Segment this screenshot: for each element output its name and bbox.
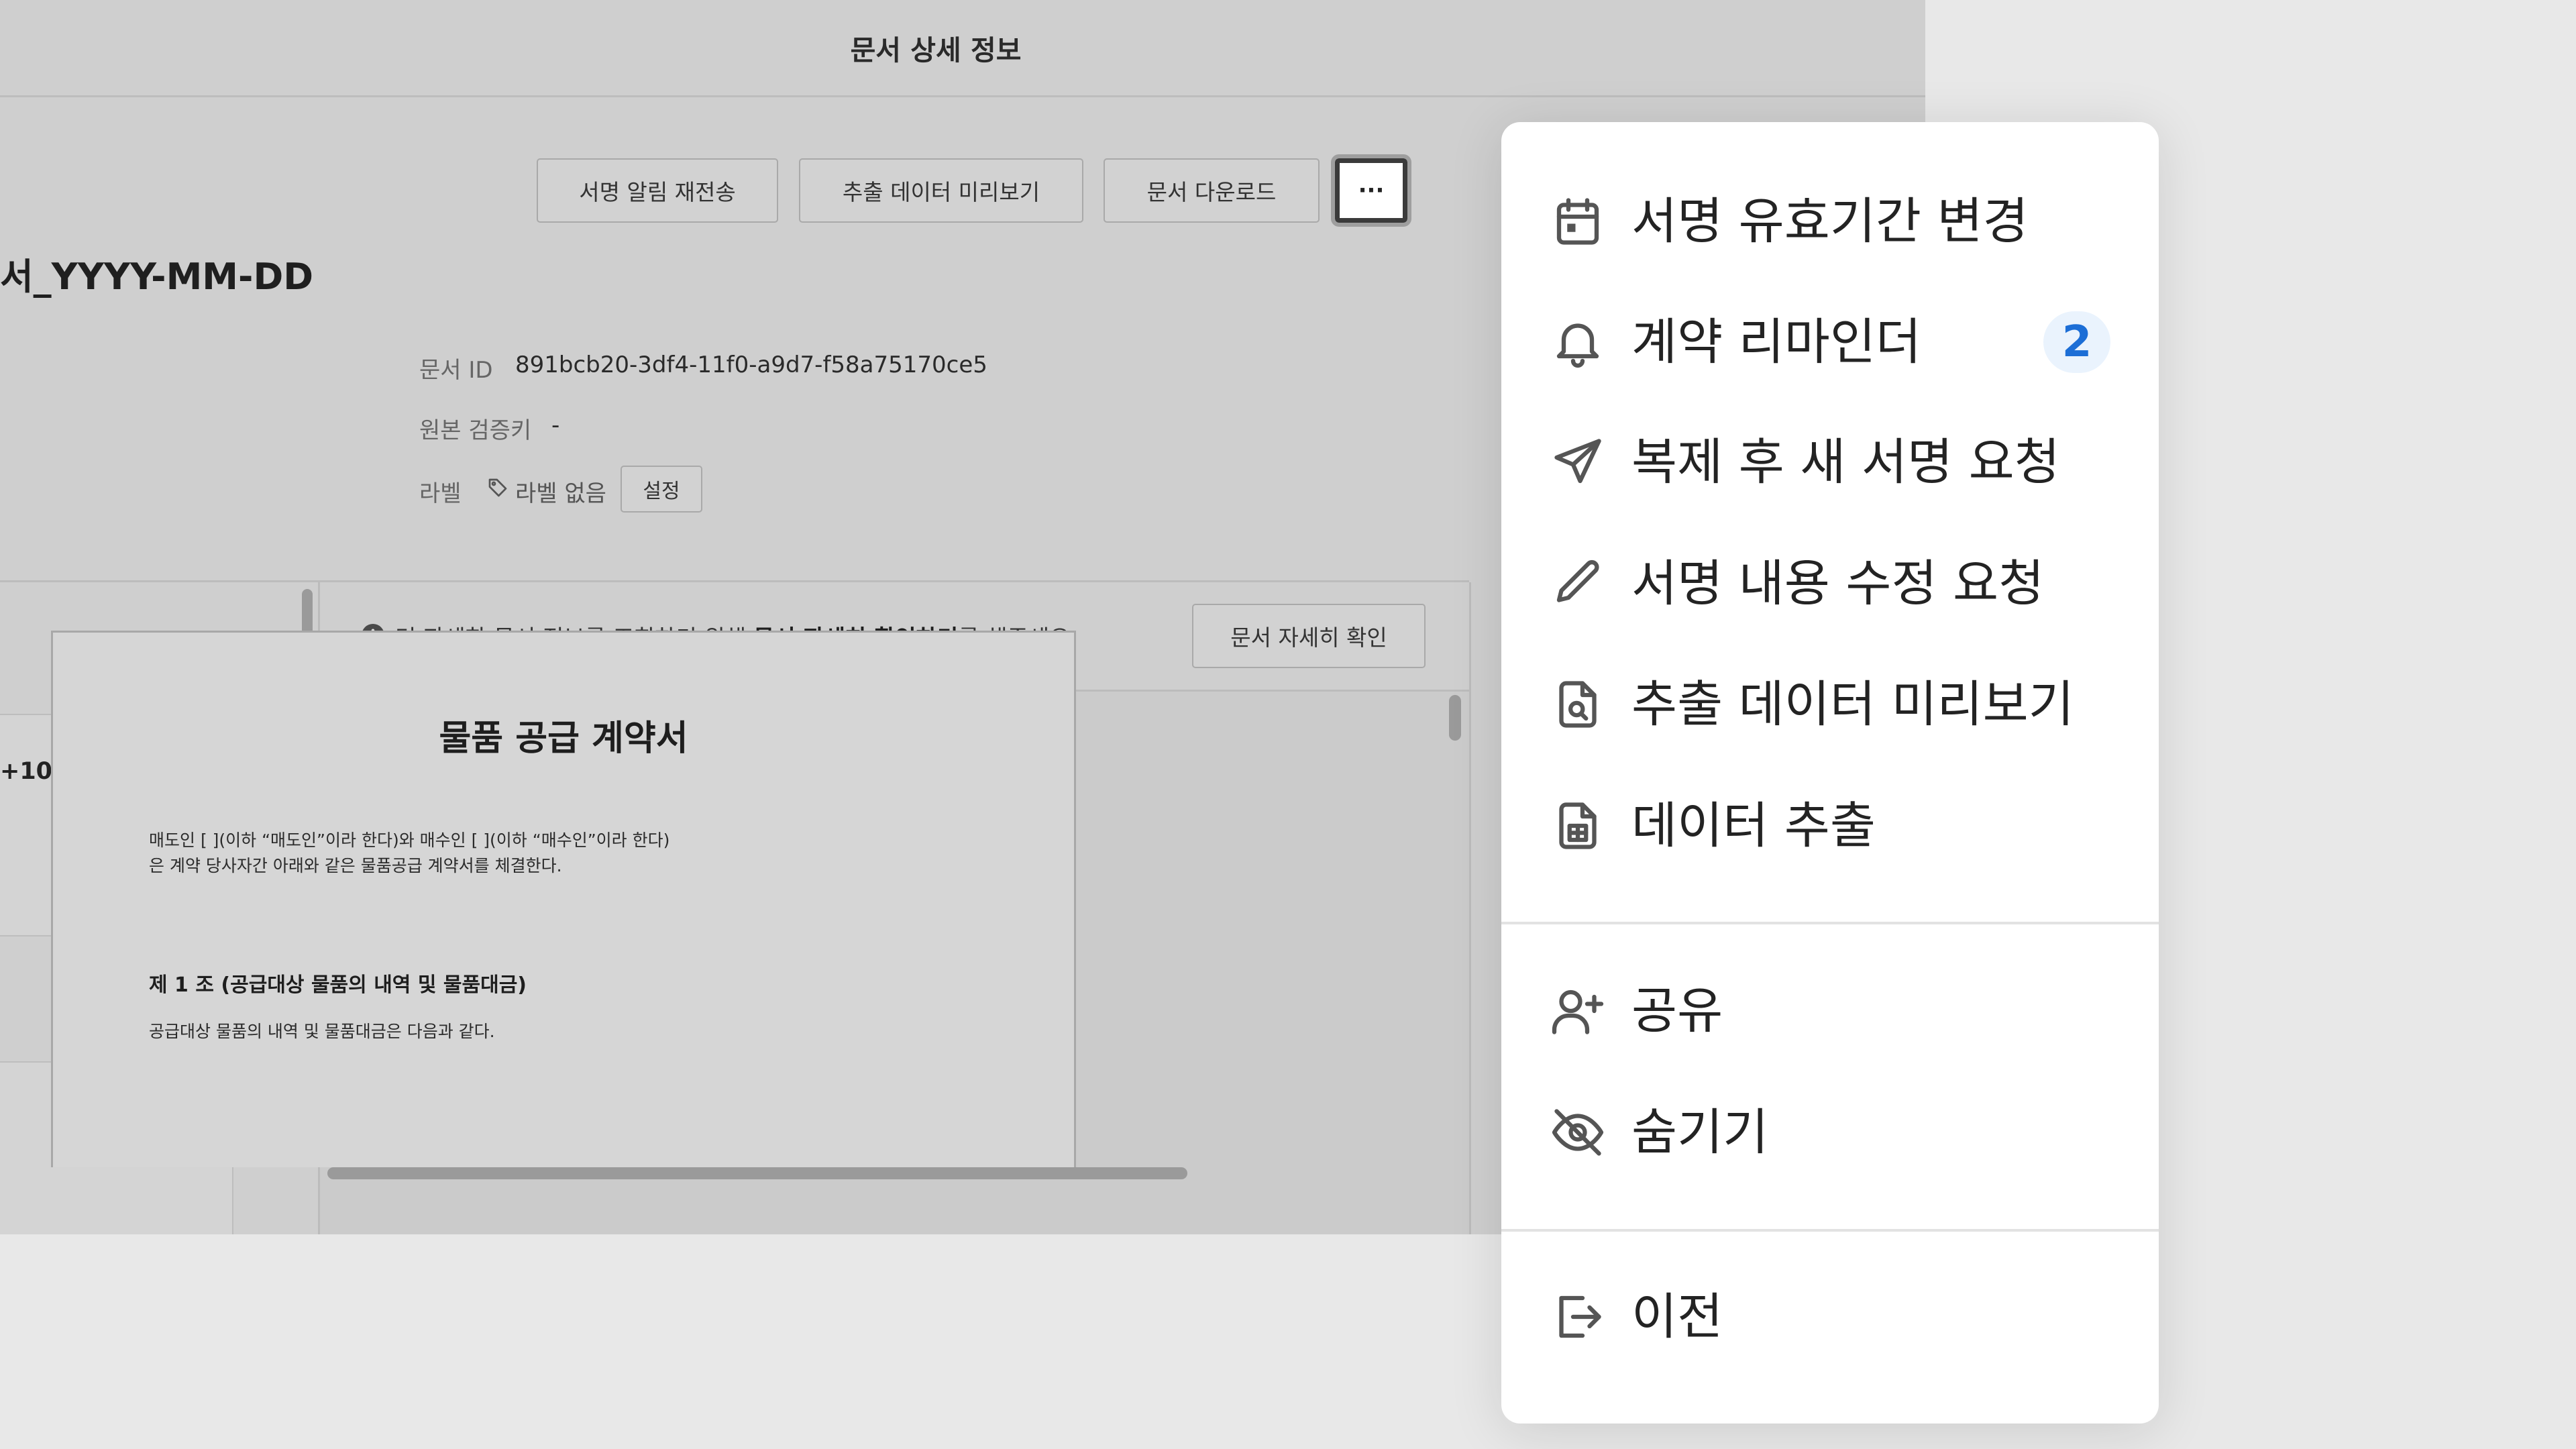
menu-item-preview-extracted-data[interactable]: 추출 데이터 미리보기 bbox=[1501, 654, 2159, 755]
download-document-button[interactable]: 문서 다운로드 bbox=[1104, 158, 1320, 223]
title-bar: 문서 상세 정보 bbox=[0, 0, 1925, 97]
menu-item-change-signing-period[interactable]: 서명 유효기간 변경 bbox=[1501, 171, 2159, 272]
resend-notification-button[interactable]: 서명 알림 재전송 bbox=[537, 158, 778, 223]
document-id-label: 문서 ID bbox=[419, 357, 493, 384]
label-value: 라벨 없음 bbox=[515, 480, 606, 507]
contract-text-line: 매도인 [ ](이하 “매도인”이라 한다)와 매수인 [ ](이하 “매수인”… bbox=[149, 830, 670, 850]
label-field-label: 라벨 bbox=[419, 480, 462, 507]
log-out-icon bbox=[1550, 1289, 1606, 1345]
pencil-icon bbox=[1550, 555, 1606, 612]
tag-icon bbox=[487, 477, 508, 498]
document-page-preview: 물품 공급 계약서 매도인 [ ](이하 “매도인”이라 한다)와 매수인 [ … bbox=[51, 631, 1076, 1167]
menu-item-share[interactable]: 공유 bbox=[1501, 961, 2159, 1061]
menu-item-hide[interactable]: 숨기기 bbox=[1501, 1082, 2159, 1183]
bell-icon bbox=[1550, 314, 1606, 370]
more-icon: ··· bbox=[1358, 177, 1385, 204]
file-search-icon bbox=[1550, 676, 1606, 733]
menu-divider bbox=[1501, 922, 2159, 924]
menu-item-label: 추출 데이터 미리보기 bbox=[1631, 676, 2074, 733]
menu-item-label: 서명 유효기간 변경 bbox=[1631, 193, 2029, 250]
preview-vertical-scrollbar[interactable] bbox=[1449, 695, 1461, 741]
more-options-menu: 서명 유효기간 변경 계약 리마인더 2 복제 후 새 서명 요청 서명 내용 … bbox=[1501, 122, 2159, 1424]
contract-article-heading: 제 1 조 (공급대상 물품의 내역 및 물품대금) bbox=[149, 973, 527, 997]
menu-item-label: 공유 bbox=[1631, 982, 1723, 1040]
menu-item-label: 복제 후 새 서명 요청 bbox=[1631, 433, 2060, 491]
menu-item-transfer[interactable]: 이전 bbox=[1501, 1267, 2159, 1367]
menu-item-label: 계약 리마인더 bbox=[1631, 313, 1922, 371]
verify-key-label: 원본 검증키 bbox=[419, 417, 532, 444]
contract-text-line: 공급대상 물품의 내역 및 물품대금은 다음과 같다. bbox=[149, 1022, 495, 1041]
view-document-details-button[interactable]: 문서 자세히 확인 bbox=[1192, 604, 1426, 668]
label-settings-button[interactable]: 설정 bbox=[621, 466, 702, 513]
menu-item-extract-data[interactable]: 데이터 추출 bbox=[1501, 775, 2159, 876]
user-plus-icon bbox=[1546, 983, 1610, 1039]
menu-item-label: 서명 내용 수정 요청 bbox=[1631, 555, 2045, 612]
calendar-icon bbox=[1550, 193, 1606, 250]
contract-heading: 물품 공급 계약서 bbox=[439, 718, 688, 759]
contract-text-line: 은 계약 당사자간 아래와 같은 물품공급 계약서를 체결한다. bbox=[149, 856, 562, 875]
preview-extracted-data-button[interactable]: 추출 데이터 미리보기 bbox=[799, 158, 1083, 223]
menu-item-label: 데이터 추출 bbox=[1631, 797, 1876, 855]
more-options-button[interactable]: ··· bbox=[1331, 154, 1411, 227]
menu-item-label: 이전 bbox=[1631, 1288, 1723, 1346]
page-title: 문서 상세 정보 bbox=[850, 34, 1022, 66]
verify-key-value: - bbox=[551, 412, 560, 439]
reminder-count-badge: 2 bbox=[2043, 311, 2110, 373]
menu-item-label: 숨기기 bbox=[1631, 1104, 1769, 1161]
menu-divider bbox=[1501, 1229, 2159, 1232]
document-id-value: 891bcb20-3df4-11f0-a9d7-f58a75170ce5 bbox=[515, 352, 987, 378]
send-icon bbox=[1550, 434, 1606, 490]
document-title: 서_YYYY-MM-DD bbox=[0, 256, 314, 298]
file-spreadsheet-icon bbox=[1550, 798, 1606, 854]
menu-item-contract-reminder[interactable]: 계약 리마인더 2 bbox=[1501, 292, 2159, 392]
menu-item-duplicate-request[interactable]: 복제 후 새 서명 요청 bbox=[1501, 412, 2159, 513]
preview-horizontal-scrollbar[interactable] bbox=[327, 1167, 1187, 1179]
eye-off-icon bbox=[1546, 1104, 1610, 1161]
menu-item-request-edit[interactable]: 서명 내용 수정 요청 bbox=[1501, 533, 2159, 634]
